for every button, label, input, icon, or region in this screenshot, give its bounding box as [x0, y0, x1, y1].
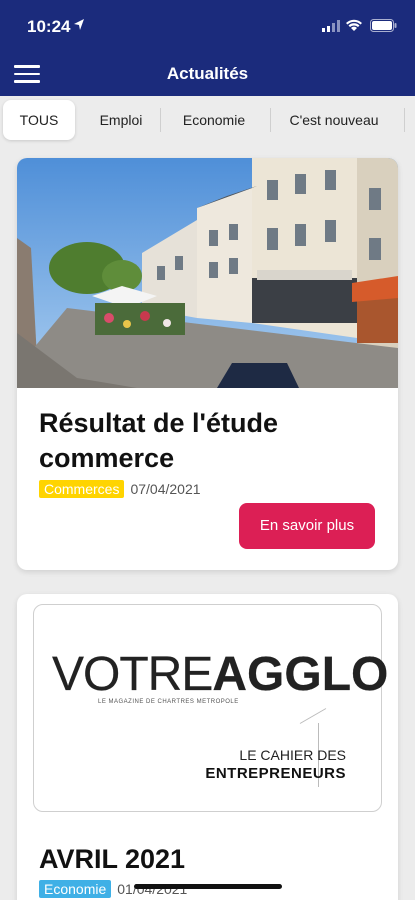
category-tabs: TOUS Emploi Economie C'est nouveau	[0, 96, 415, 146]
cellular-signal-icon	[322, 20, 340, 32]
article-photo-street-market	[17, 158, 398, 388]
news-feed[interactable]: Résultat de l'étude commerce Commerces 07…	[0, 146, 415, 900]
tab-separator	[270, 108, 271, 132]
tab-separator	[160, 108, 161, 132]
navigation-bar: Actualités	[0, 52, 415, 96]
tab-economie[interactable]: Economie	[164, 100, 264, 140]
tab-cest-nouveau[interactable]: C'est nouveau	[276, 100, 392, 140]
home-indicator[interactable]	[134, 884, 282, 889]
status-bar: 10:24	[0, 0, 415, 52]
decorative-line	[299, 708, 327, 724]
magazine-logo: VOTREAGGLO	[52, 648, 389, 701]
tab-tous[interactable]: TOUS	[3, 100, 75, 140]
magazine-cover: VOTREAGGLO LE MAGAZINE DE CHARTRES METRO…	[33, 604, 388, 812]
article-meta: Commerces 07/04/2021	[39, 480, 201, 498]
magazine-cahier-label: LE CAHIER DES	[239, 747, 346, 763]
page-title: Actualités	[166, 64, 249, 83]
status-time: 10:24	[27, 17, 71, 36]
article-title[interactable]: AVRIL 2021	[39, 842, 379, 877]
battery-icon	[370, 19, 397, 32]
read-more-button[interactable]: En savoir plus	[239, 503, 375, 549]
category-badge: Economie	[39, 880, 112, 898]
category-badge: Commerces	[39, 480, 125, 498]
tab-emploi[interactable]: Emploi	[84, 100, 158, 140]
location-arrow-icon	[74, 19, 84, 30]
article-title[interactable]: Résultat de l'étude commerce	[39, 406, 379, 476]
magazine-subtitle: LE MAGAZINE DE CHARTRES METROPOLE	[98, 699, 239, 705]
tab-separator	[404, 108, 405, 132]
article-card[interactable]: VOTREAGGLO LE MAGAZINE DE CHARTRES METRO…	[17, 594, 398, 900]
article-card[interactable]: Résultat de l'étude commerce Commerces 07…	[17, 158, 398, 570]
article-meta: Economie 01/04/2021	[39, 880, 187, 898]
wifi-icon	[346, 19, 362, 31]
magazine-entrepreneurs-label: ENTREPRENEURS	[205, 765, 346, 782]
article-date: 07/04/2021	[130, 481, 201, 497]
